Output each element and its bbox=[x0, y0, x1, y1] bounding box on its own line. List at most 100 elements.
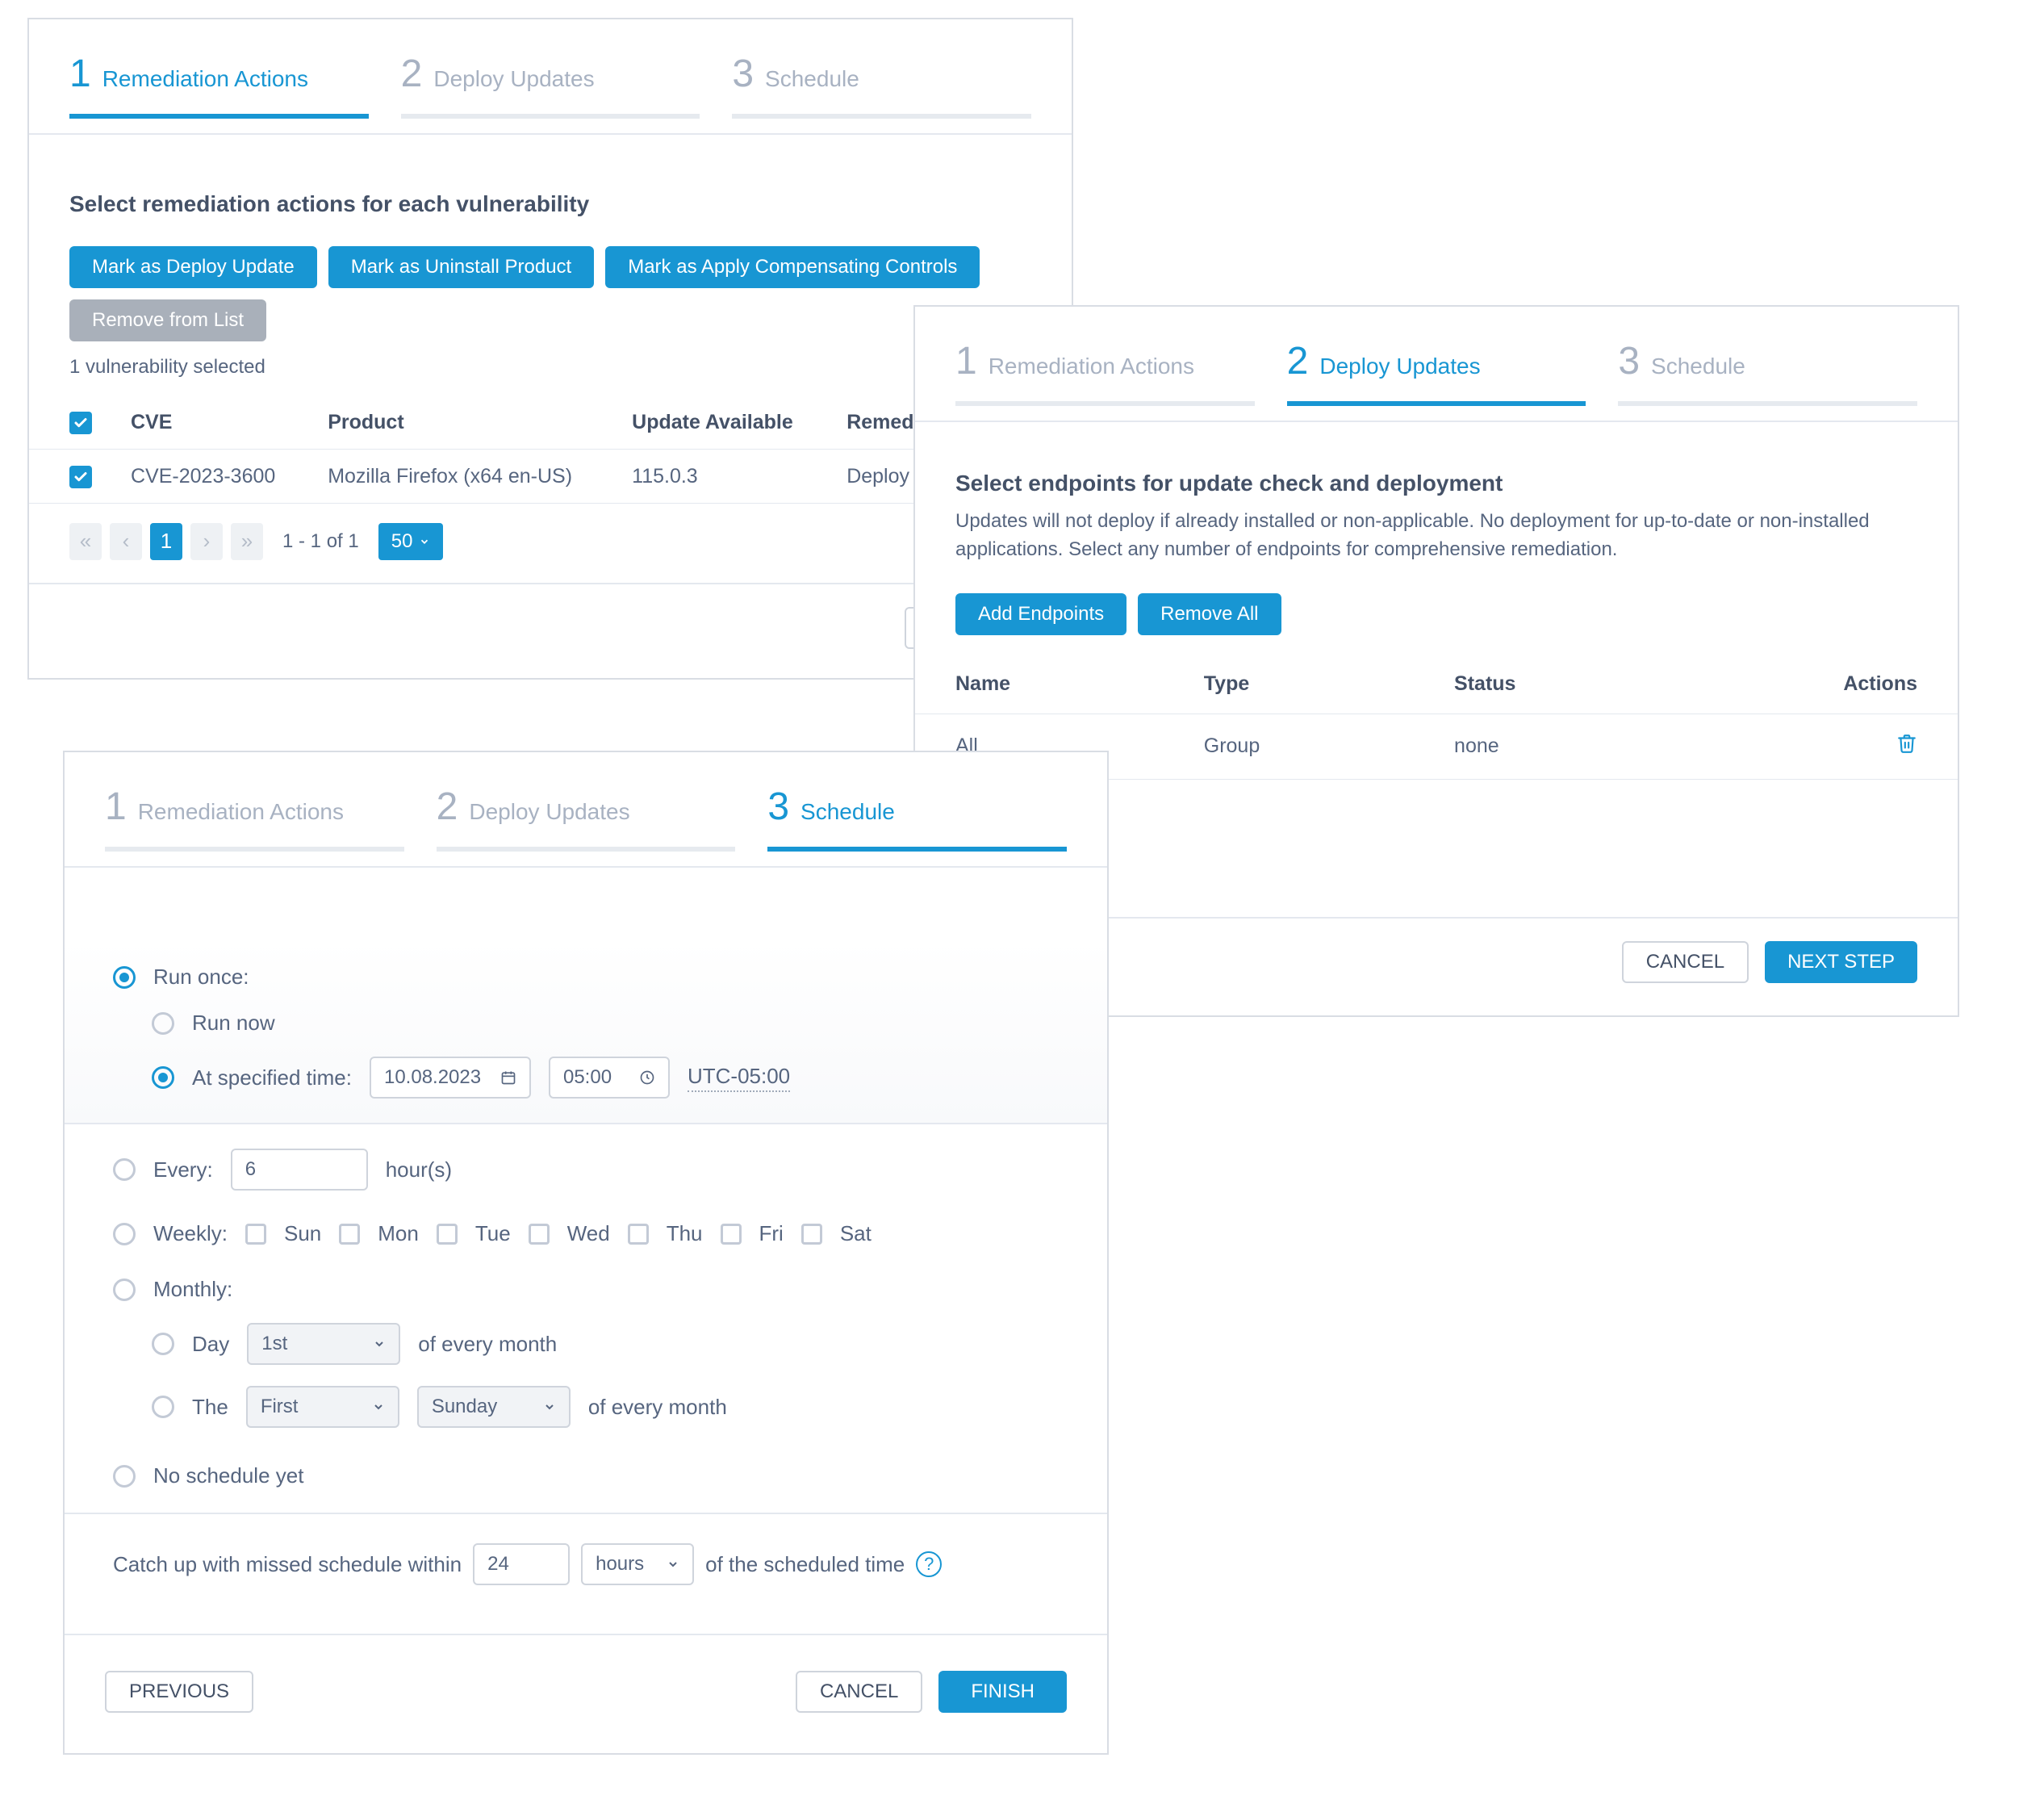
chevron-down-icon bbox=[667, 1558, 679, 1571]
step-label: Deploy Updates bbox=[1319, 354, 1480, 379]
col-actions: Actions bbox=[1674, 655, 1958, 714]
monthly-label: Monthly: bbox=[153, 1277, 232, 1302]
cancel-button[interactable]: CANCEL bbox=[1622, 941, 1749, 983]
next-step-button[interactable]: NEXT STEP bbox=[1765, 941, 1917, 983]
finish-button[interactable]: FINISH bbox=[938, 1671, 1067, 1713]
step-remediation-actions[interactable]: 1Remediation Actions bbox=[955, 339, 1255, 406]
run-now-radio[interactable] bbox=[152, 1012, 174, 1035]
timezone-link[interactable]: UTC-05:00 bbox=[688, 1064, 790, 1092]
add-endpoints-button[interactable]: Add Endpoints bbox=[955, 593, 1126, 635]
panel-footer: PREVIOUS CANCEL FINISH bbox=[65, 1635, 1107, 1753]
day-fri-checkbox[interactable] bbox=[721, 1224, 742, 1245]
delete-row-button[interactable] bbox=[1896, 734, 1917, 760]
cell-update: 115.0.3 bbox=[612, 450, 827, 503]
chevron-down-icon bbox=[373, 1337, 386, 1350]
weekly-radio[interactable] bbox=[113, 1223, 136, 1245]
step-schedule[interactable]: 3Schedule bbox=[732, 52, 1031, 119]
remove-from-list-button[interactable]: Remove from List bbox=[69, 299, 266, 341]
monthly-suffix: of every month bbox=[418, 1332, 557, 1357]
mark-deploy-update-button[interactable]: Mark as Deploy Update bbox=[69, 246, 317, 288]
row-checkbox[interactable] bbox=[69, 466, 92, 488]
at-specified-time-radio[interactable] bbox=[152, 1066, 174, 1089]
monthly-day-select[interactable]: 1st bbox=[247, 1323, 400, 1365]
monthly-radio[interactable] bbox=[113, 1279, 136, 1301]
catchup-value-input[interactable]: 24 bbox=[473, 1543, 570, 1585]
stepper: 1Remediation Actions 2Deploy Updates 3Sc… bbox=[29, 19, 1072, 133]
every-value-input[interactable]: 6 bbox=[231, 1149, 368, 1191]
col-status: Status bbox=[1414, 655, 1674, 714]
cell-cve: CVE-2023-3600 bbox=[111, 450, 308, 503]
chevron-down-icon bbox=[543, 1400, 556, 1413]
step-schedule[interactable]: 3Schedule bbox=[767, 785, 1067, 852]
chevron-down-icon bbox=[372, 1400, 385, 1413]
previous-button[interactable]: PREVIOUS bbox=[105, 1671, 253, 1713]
section-heading: Select remediation actions for each vuln… bbox=[29, 135, 1072, 246]
panel-schedule: 1Remediation Actions 2Deploy Updates 3Sc… bbox=[63, 751, 1109, 1755]
page-number-button[interactable]: 1 bbox=[150, 523, 182, 560]
recurring-section: Every: 6 hour(s) Weekly: Sun Mon Tue Wed… bbox=[65, 1124, 1107, 1513]
stepper: 1Remediation Actions 2Deploy Updates 3Sc… bbox=[65, 752, 1107, 866]
step-label: Deploy Updates bbox=[469, 799, 629, 825]
col-product: Product bbox=[308, 396, 612, 450]
run-once-label: Run once: bbox=[153, 965, 249, 990]
mark-uninstall-product-button[interactable]: Mark as Uninstall Product bbox=[328, 246, 594, 288]
every-label: Every: bbox=[153, 1157, 213, 1182]
monthly-ordinal-select[interactable]: First bbox=[246, 1386, 399, 1428]
page-first-button[interactable]: « bbox=[69, 523, 102, 560]
page-range: 1 - 1 of 1 bbox=[282, 530, 359, 553]
date-input[interactable]: 10.08.2023 bbox=[370, 1057, 531, 1099]
day-wed-checkbox[interactable] bbox=[529, 1224, 550, 1245]
run-once-radio[interactable] bbox=[113, 966, 136, 989]
at-specified-time-label: At specified time: bbox=[192, 1065, 352, 1090]
every-radio[interactable] bbox=[113, 1158, 136, 1181]
monthly-day-radio[interactable] bbox=[152, 1333, 174, 1355]
col-cve: CVE bbox=[111, 396, 308, 450]
calendar-icon bbox=[500, 1069, 516, 1086]
time-input[interactable]: 05:00 bbox=[549, 1057, 670, 1099]
section-heading: Select endpoints for update check and de… bbox=[955, 471, 1917, 496]
run-now-label: Run now bbox=[192, 1011, 275, 1036]
remove-all-button[interactable]: Remove All bbox=[1138, 593, 1281, 635]
page-size-select[interactable]: 50 bbox=[378, 523, 444, 560]
monthly-the-label: The bbox=[192, 1395, 228, 1420]
weekly-label: Weekly: bbox=[153, 1221, 228, 1246]
step-label: Remediation Actions bbox=[138, 799, 344, 825]
step-deploy-updates[interactable]: 2Deploy Updates bbox=[401, 52, 700, 119]
page-next-button[interactable]: › bbox=[190, 523, 223, 560]
step-label: Remediation Actions bbox=[102, 66, 308, 92]
monthly-day-label: Day bbox=[192, 1332, 229, 1357]
no-schedule-radio[interactable] bbox=[113, 1465, 136, 1488]
step-schedule[interactable]: 3Schedule bbox=[1618, 339, 1917, 406]
step-deploy-updates[interactable]: 2Deploy Updates bbox=[1287, 339, 1586, 406]
monthly-the-radio[interactable] bbox=[152, 1396, 174, 1418]
day-sun-checkbox[interactable] bbox=[245, 1224, 266, 1245]
every-unit-label: hour(s) bbox=[386, 1157, 452, 1182]
step-deploy-updates[interactable]: 2Deploy Updates bbox=[437, 785, 736, 852]
cancel-button[interactable]: CANCEL bbox=[796, 1671, 922, 1713]
clock-icon bbox=[639, 1069, 655, 1086]
col-update: Update Available bbox=[612, 396, 827, 450]
step-remediation-actions[interactable]: 1Remediation Actions bbox=[69, 52, 369, 119]
page-last-button[interactable]: » bbox=[231, 523, 263, 560]
col-name: Name bbox=[915, 655, 1164, 714]
cell-status: none bbox=[1414, 714, 1674, 779]
step-label: Remediation Actions bbox=[989, 354, 1194, 379]
section-description: Updates will not deploy if already insta… bbox=[955, 508, 1917, 564]
step-remediation-actions[interactable]: 1Remediation Actions bbox=[105, 785, 404, 852]
day-thu-checkbox[interactable] bbox=[628, 1224, 649, 1245]
day-sat-checkbox[interactable] bbox=[801, 1224, 822, 1245]
monthly-weekday-select[interactable]: Sunday bbox=[417, 1386, 571, 1428]
monthly-suffix: of every month bbox=[588, 1395, 727, 1420]
col-type: Type bbox=[1164, 655, 1414, 714]
page-prev-button[interactable]: ‹ bbox=[110, 523, 142, 560]
step-label: Schedule bbox=[1651, 354, 1745, 379]
help-icon[interactable]: ? bbox=[916, 1551, 942, 1577]
cell-type: Group bbox=[1164, 714, 1414, 779]
day-mon-checkbox[interactable] bbox=[339, 1224, 360, 1245]
day-tue-checkbox[interactable] bbox=[437, 1224, 458, 1245]
select-all-checkbox[interactable] bbox=[69, 412, 92, 434]
no-schedule-label: No schedule yet bbox=[153, 1463, 303, 1488]
mark-compensating-controls-button[interactable]: Mark as Apply Compensating Controls bbox=[605, 246, 980, 288]
step-label: Schedule bbox=[765, 66, 859, 92]
catchup-unit-select[interactable]: hours bbox=[581, 1543, 694, 1585]
